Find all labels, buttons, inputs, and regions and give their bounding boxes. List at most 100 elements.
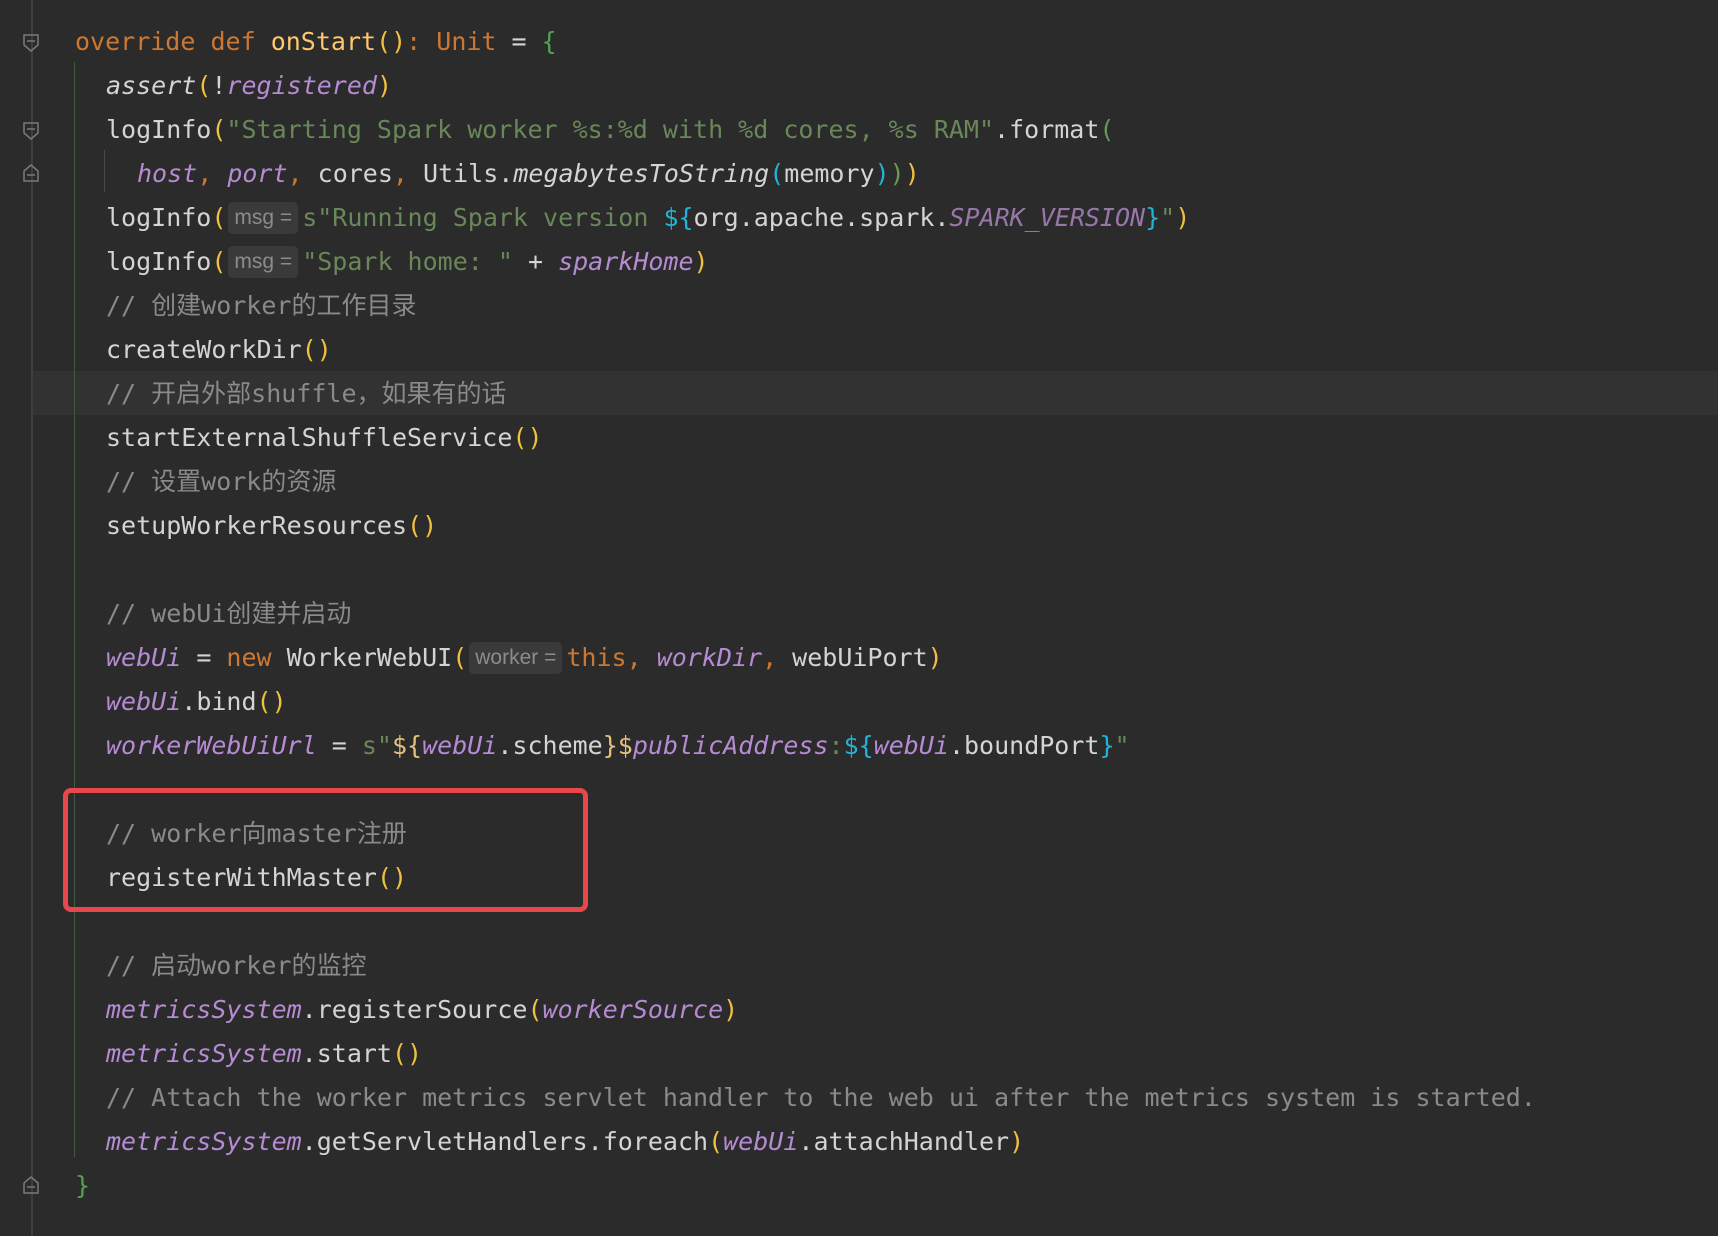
- interpolation: ${: [391, 731, 423, 760]
- identifier: .boundPort: [948, 731, 1100, 760]
- brace: }: [75, 1171, 91, 1200]
- annotation-highlight-box: [63, 788, 588, 912]
- interpolation: }: [602, 731, 618, 760]
- comment: // Attach the worker metrics servlet han…: [106, 1083, 1536, 1112]
- field-ref: webUi: [873, 731, 949, 760]
- paren: ): [904, 159, 920, 188]
- identifier: memory: [784, 159, 875, 188]
- code-line-25[interactable]: // Attach the worker metrics servlet han…: [106, 1076, 1536, 1120]
- paren: (: [452, 643, 468, 672]
- code-line-5[interactable]: logInfo(msg = s"Running Spark version ${o…: [106, 196, 1190, 240]
- field-ref: metricsSystem: [106, 1039, 302, 1068]
- code-line-14[interactable]: // webUi创建并启动: [106, 592, 351, 636]
- code-line-23[interactable]: metricsSystem.registerSource(workerSourc…: [106, 988, 738, 1032]
- code-line-10[interactable]: startExternalShuffleService(): [106, 416, 543, 460]
- parens: (): [391, 1039, 423, 1068]
- string-literal: "Starting Spark worker %s:%d with %d cor…: [226, 115, 995, 144]
- comment: // 设置work的资源: [106, 467, 337, 496]
- code-line-12[interactable]: setupWorkerResources(): [106, 504, 437, 548]
- code-line-15[interactable]: webUi = new WorkerWebUI(worker = this, wo…: [106, 636, 943, 680]
- string-literal: s": [361, 731, 392, 760]
- fold-open-icon[interactable]: [23, 122, 39, 140]
- type-name: Unit: [436, 27, 497, 56]
- method-call: logInfo: [106, 247, 212, 276]
- scope-indent-guide: [74, 62, 75, 1157]
- parens: (): [407, 511, 438, 540]
- comma: ,: [762, 643, 793, 672]
- method-call: .format: [994, 115, 1100, 144]
- parameter-hint: msg =: [228, 246, 299, 278]
- fold-close-icon[interactable]: [23, 1176, 39, 1194]
- code-line-3[interactable]: logInfo("Starting Spark worker %s:%d wit…: [106, 108, 1114, 152]
- comma: ,: [626, 643, 657, 672]
- code-line-11[interactable]: // 设置work的资源: [106, 460, 336, 504]
- paren: (: [769, 159, 785, 188]
- method-call: .registerSource: [301, 995, 528, 1024]
- field-ref: webUi: [106, 687, 182, 716]
- parens: (): [301, 335, 332, 364]
- code-line-4[interactable]: host, port, cores, Utils.megabytesToStri…: [137, 152, 920, 196]
- code-editor[interactable]: override def onStart(): Unit = { assert(…: [0, 0, 1718, 1236]
- paren: (: [1099, 115, 1115, 144]
- assign: =: [496, 27, 542, 56]
- paren: (: [708, 1127, 724, 1156]
- continuation-indent-guide: [104, 150, 105, 192]
- paren: ): [376, 71, 393, 100]
- string-literal: "Spark home: ": [302, 247, 513, 276]
- string-literal: ": [1160, 203, 1176, 232]
- interpolation: ${: [663, 203, 694, 232]
- parens: (): [256, 687, 287, 716]
- fold-open-icon[interactable]: [23, 34, 39, 52]
- interpolation: }: [1099, 731, 1115, 760]
- identifier: webUiPort: [792, 643, 928, 672]
- paren: ): [1009, 1127, 1025, 1156]
- code-line-27[interactable]: }: [75, 1164, 90, 1208]
- code-line-8[interactable]: createWorkDir(): [106, 328, 332, 372]
- comment: // 创建worker的工作目录: [106, 291, 417, 320]
- code-line-17[interactable]: workerWebUiUrl = s"${webUi.scheme}$publi…: [106, 724, 1130, 768]
- identifier: org.apache.spark.: [693, 203, 950, 232]
- paren: (: [527, 995, 543, 1024]
- paren: (: [196, 71, 212, 100]
- paren: (: [211, 247, 227, 276]
- interpolation: }: [1145, 203, 1161, 232]
- comma: ,: [392, 159, 424, 188]
- paren: ): [889, 159, 905, 188]
- code-line-7[interactable]: // 创建worker的工作目录: [106, 284, 416, 328]
- field-ref: publicAddress: [632, 731, 829, 760]
- method-call: .bind: [181, 687, 257, 716]
- method-call: .attachHandler: [798, 1127, 1010, 1156]
- fold-close-icon[interactable]: [23, 164, 39, 182]
- interpolation: $: [617, 731, 633, 760]
- code-line-2[interactable]: assert(!registered): [106, 64, 392, 108]
- identifier: .scheme: [497, 731, 603, 760]
- method-call: assert: [106, 71, 197, 100]
- identifier: cores: [317, 159, 393, 188]
- comma: ,: [197, 159, 228, 188]
- comment: // 启动worker的监控: [106, 951, 367, 980]
- paren: ): [723, 995, 739, 1024]
- function-name: onStart: [270, 27, 377, 56]
- code-line-9[interactable]: // 开启外部shuffle，如果有的话: [106, 372, 507, 416]
- paren: ): [1175, 203, 1191, 232]
- string-literal: s"Running Spark version: [302, 203, 664, 232]
- keyword: this: [566, 643, 627, 672]
- method-call: createWorkDir: [106, 335, 302, 364]
- field-ref: workerSource: [542, 995, 724, 1024]
- keyword: override: [75, 27, 196, 56]
- code-line-6[interactable]: logInfo(msg = "Spark home: " + sparkHome): [106, 240, 709, 284]
- assign: =: [316, 731, 362, 760]
- field-ref: metricsSystem: [106, 995, 302, 1024]
- parens: (): [376, 27, 407, 56]
- field-ref: webUi: [422, 731, 498, 760]
- code-line-22[interactable]: // 启动worker的监控: [106, 944, 366, 988]
- method-call: startExternalShuffleService: [106, 423, 513, 452]
- code-line-24[interactable]: metricsSystem.start(): [106, 1032, 422, 1076]
- code-line-1[interactable]: override def onStart(): Unit = {: [75, 20, 557, 64]
- code-line-16[interactable]: webUi.bind(): [106, 680, 287, 724]
- field-ref: host: [137, 159, 198, 188]
- comment: // webUi创建并启动: [106, 599, 352, 628]
- code-line-26[interactable]: metricsSystem.getServletHandlers.foreach…: [106, 1120, 1024, 1164]
- type-name: WorkerWebUI: [271, 643, 453, 672]
